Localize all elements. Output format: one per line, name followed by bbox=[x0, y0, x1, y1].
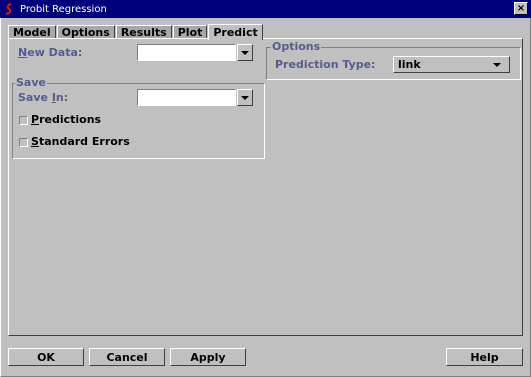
save-in-label: Save In: bbox=[18, 91, 69, 104]
new-data-combo[interactable] bbox=[137, 44, 236, 61]
tab-results[interactable]: Results bbox=[115, 25, 172, 39]
chevron-down-icon bbox=[241, 50, 249, 55]
ok-button[interactable]: OK bbox=[8, 348, 84, 366]
tab-plot[interactable]: Plot bbox=[172, 25, 208, 39]
options-group-title: Options bbox=[271, 40, 322, 53]
tab-strip: Model Options Results Plot Predict bbox=[8, 23, 264, 40]
prediction-type-value: link bbox=[398, 58, 421, 71]
app-icon bbox=[3, 3, 15, 15]
chevron-down-icon bbox=[241, 95, 249, 100]
predict-panel: Save New Data: Save In: Predictions Stan… bbox=[8, 38, 523, 336]
chevron-down-icon bbox=[493, 63, 501, 67]
cancel-button[interactable]: Cancel bbox=[89, 348, 165, 366]
title-bar: Probit Regression × bbox=[0, 0, 531, 18]
standard-errors-checkbox[interactable] bbox=[19, 138, 28, 147]
tab-model[interactable]: Model bbox=[8, 25, 56, 39]
tab-options[interactable]: Options bbox=[56, 25, 115, 39]
close-button[interactable]: × bbox=[514, 2, 528, 15]
standard-errors-label[interactable]: Standard Errors bbox=[31, 135, 130, 148]
button-bar: OK Cancel Apply Help bbox=[0, 336, 531, 377]
new-data-label: New Data: bbox=[18, 46, 83, 59]
new-data-dropdown-button[interactable] bbox=[237, 44, 253, 61]
save-group-title: Save bbox=[15, 76, 47, 89]
tab-predict[interactable]: Predict bbox=[208, 24, 263, 40]
help-button[interactable]: Help bbox=[446, 348, 523, 366]
save-in-combo[interactable] bbox=[137, 89, 236, 106]
apply-button[interactable]: Apply bbox=[170, 348, 246, 366]
close-icon: × bbox=[516, 2, 526, 14]
window-title: Probit Regression bbox=[20, 3, 107, 15]
predictions-checkbox[interactable] bbox=[19, 116, 28, 125]
prediction-type-select[interactable]: link bbox=[393, 56, 510, 73]
predictions-label[interactable]: Predictions bbox=[31, 113, 101, 126]
save-in-dropdown-button[interactable] bbox=[237, 89, 253, 106]
prediction-type-label: Prediction Type: bbox=[275, 58, 376, 71]
